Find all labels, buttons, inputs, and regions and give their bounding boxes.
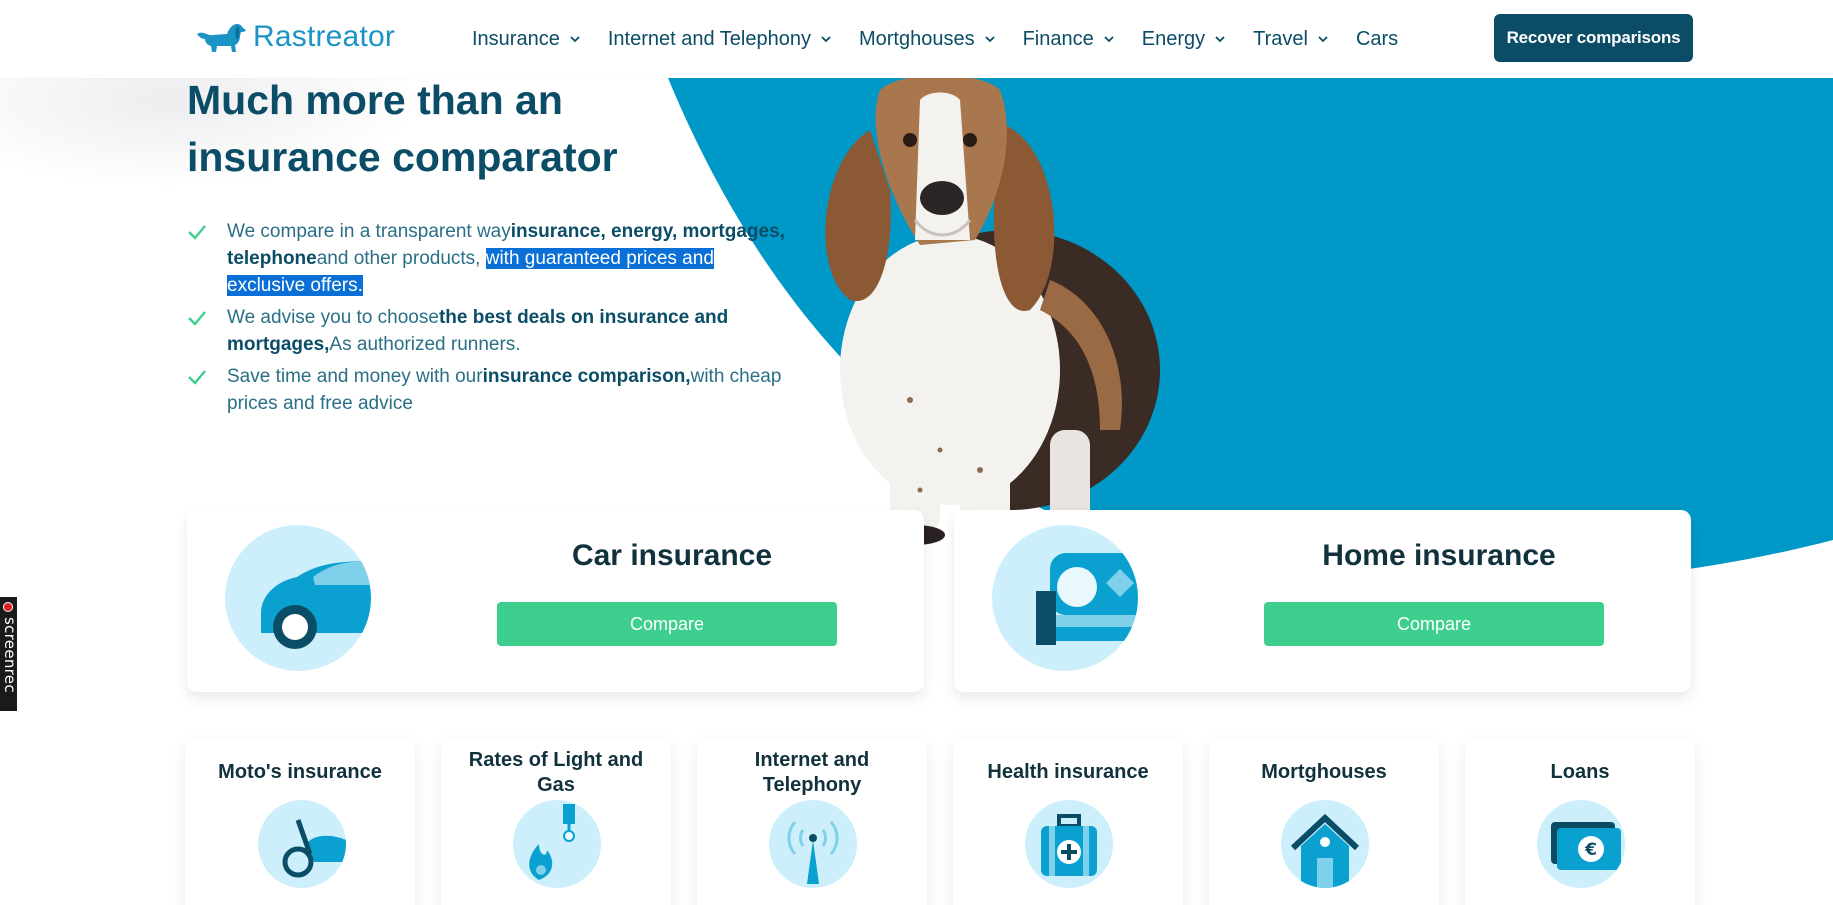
chevron-down-icon: [570, 36, 580, 43]
internet-telephony-card[interactable]: Internet and Telephony: [697, 738, 927, 905]
chevron-down-icon: [1104, 36, 1114, 43]
chevron-down-icon: [1215, 36, 1225, 43]
card-title: Rates of Light and Gas: [468, 749, 644, 796]
dog-logo-icon: [197, 24, 246, 52]
feature-item: We advise you to choosethe best deals on…: [187, 304, 787, 358]
moto-icon: [258, 800, 346, 888]
house-icon: [1281, 800, 1369, 888]
feature-item: Save time and money with ourinsurance co…: [187, 363, 787, 417]
gas-flame-icon: [513, 800, 601, 888]
nav-travel[interactable]: Travel: [1253, 28, 1329, 51]
screenrec-label: screenrec: [1, 617, 19, 693]
nav-energy[interactable]: Energy: [1142, 28, 1226, 51]
check-icon: [188, 370, 206, 385]
svg-text:€: €: [1584, 840, 1597, 860]
main-nav: Insurance Internet and Telephony Mortgho…: [472, 0, 1425, 78]
card-title: Mortghouses: [1261, 761, 1387, 783]
feature-list: We compare in a transparent wayinsurance…: [187, 218, 787, 422]
home-icon: [992, 525, 1138, 671]
medical-kit-icon: [1025, 800, 1113, 888]
nav-internet-telephony[interactable]: Internet and Telephony: [608, 28, 832, 51]
check-icon: [188, 311, 206, 326]
nav-label: Energy: [1141, 27, 1206, 50]
recover-comparisons-button[interactable]: Recover comparisons: [1494, 14, 1693, 62]
chevron-down-icon: [1318, 36, 1328, 43]
nav-finance[interactable]: Finance: [1023, 28, 1115, 51]
feature-item: We compare in a transparent wayinsurance…: [187, 218, 787, 299]
card-title: Home insurance: [1322, 539, 1556, 572]
card-title: Internet and Telephony: [754, 749, 870, 796]
card-title: Health insurance: [987, 761, 1149, 783]
chevron-down-icon: [984, 36, 995, 43]
compare-button[interactable]: Compare: [1264, 602, 1604, 646]
car-insurance-card: Car insurance Compare: [187, 510, 924, 692]
health-insurance-card[interactable]: Health insurance: [953, 738, 1183, 905]
nav-insurance[interactable]: Insurance: [472, 28, 581, 51]
car-icon: [225, 525, 371, 671]
card-title: Moto's insurance: [218, 761, 382, 783]
motorbike-insurance-card[interactable]: Moto's insurance: [185, 738, 415, 905]
card-title: Car insurance: [571, 539, 773, 572]
logo-text: Rastreator: [253, 20, 396, 53]
nav-mortghouses[interactable]: Mortghouses: [859, 28, 996, 51]
nav-cars[interactable]: Cars: [1356, 28, 1398, 51]
loans-card[interactable]: Loans €: [1465, 738, 1695, 905]
nav-label: Mortghouses: [858, 27, 975, 50]
basset-hound-image: [825, 75, 1160, 545]
nav-label: Finance: [1022, 27, 1094, 50]
screen-recorder-badge[interactable]: screenrec: [0, 597, 19, 711]
nav-label: Insurance: [472, 27, 560, 50]
chevron-down-icon: [821, 36, 831, 43]
home-insurance-card: Home insurance Compare: [954, 510, 1691, 692]
euro-note-icon: €: [1537, 800, 1625, 888]
hero-title: Much more than an insurance comparator: [187, 77, 618, 180]
nav-label: Travel: [1253, 27, 1308, 50]
logo[interactable]: Rastreator: [193, 20, 395, 54]
nav-label: Cars: [1355, 27, 1399, 50]
check-icon: [188, 225, 206, 240]
light-gas-rates-card[interactable]: Rates of Light and Gas: [441, 738, 671, 905]
record-icon: [3, 602, 13, 612]
nav-label: Internet and Telephony: [607, 27, 811, 50]
site-header: Rastreator Insurance Internet and Teleph…: [0, 0, 1833, 78]
card-title: Loans: [1550, 761, 1610, 783]
compare-button[interactable]: Compare: [497, 602, 837, 646]
mortghouses-card[interactable]: Mortghouses: [1209, 738, 1439, 905]
antenna-icon: [769, 800, 857, 888]
